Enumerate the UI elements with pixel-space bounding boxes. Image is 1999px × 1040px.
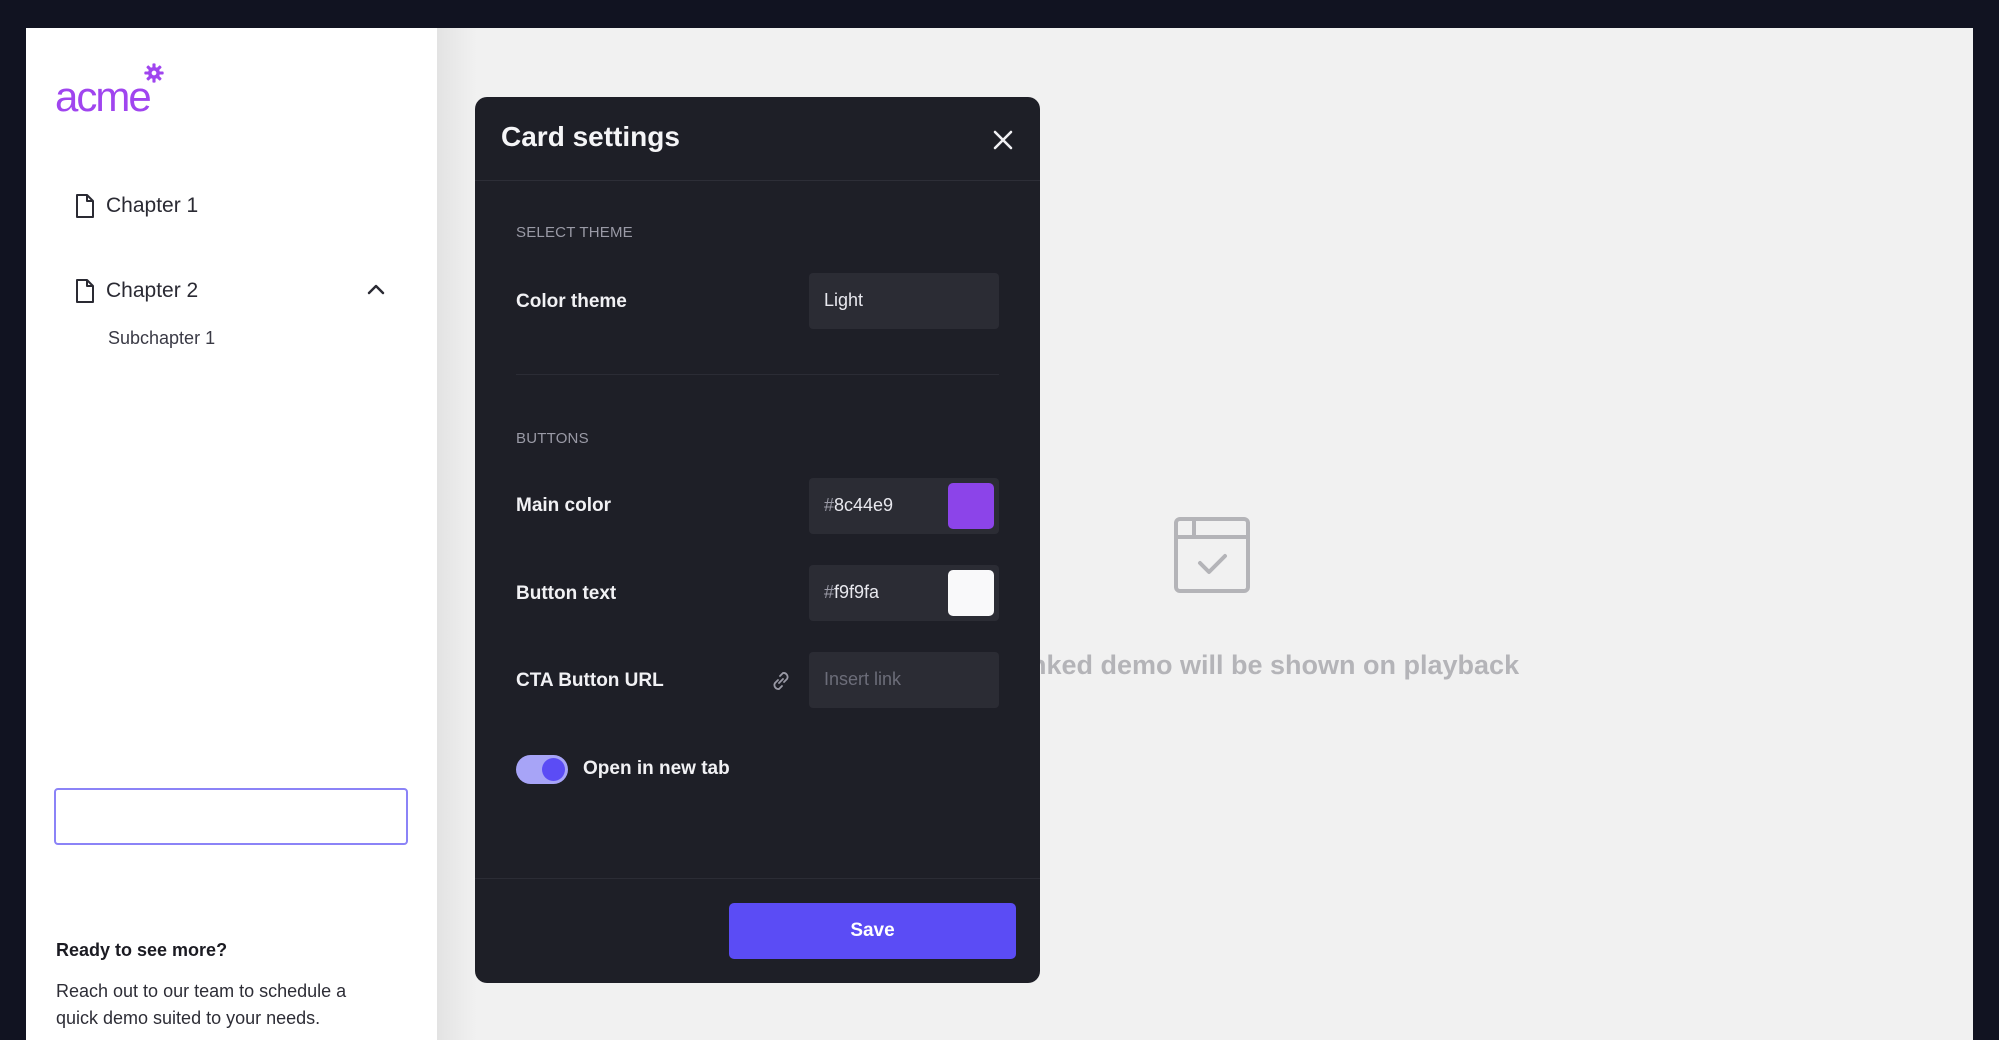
cta-url-input[interactable]: Insert link — [809, 652, 999, 708]
modal-footer-divider — [475, 878, 1040, 879]
color-theme-label: Color theme — [516, 291, 627, 312]
sidebar-input[interactable] — [54, 788, 408, 845]
close-icon[interactable] — [990, 127, 1016, 153]
document-icon — [76, 194, 94, 218]
sidebar-item-label: Chapter 1 — [106, 194, 199, 217]
main-color-label: Main color — [516, 495, 612, 516]
button-text-color-field[interactable]: #f9f9fa — [809, 565, 999, 621]
acme-logo: acme — [55, 63, 164, 120]
button-text-value-wrap: #f9f9fa — [824, 582, 879, 603]
hash-prefix: # — [824, 582, 835, 602]
button-text-value: f9f9fa — [834, 582, 880, 602]
main-color-field[interactable]: #8c44e9 — [809, 478, 999, 534]
button-text-label: Button text — [516, 583, 617, 604]
color-theme-value: Light — [824, 290, 864, 310]
modal-title: Card settings — [501, 121, 680, 152]
sidebar-shadow — [437, 28, 477, 1040]
gear-icon — [144, 63, 164, 83]
main-color-value: 8c44e9 — [834, 495, 894, 515]
sidebar-subitem-subchapter-1[interactable]: Subchapter 1 — [108, 328, 215, 349]
logo-text: acme — [55, 73, 152, 120]
section-label-theme: SELECT THEME — [516, 224, 633, 241]
toggle-knob — [542, 758, 565, 781]
open-new-tab-label: Open in new tab — [583, 758, 730, 779]
section-label-buttons: BUTTONS — [516, 430, 589, 447]
app-frame: acme Chapter 1 Chapter 2 Subchapter 1 Re… — [26, 28, 1973, 1040]
hash-prefix: # — [824, 495, 835, 515]
sidebar-item-label: Chapter 2 — [106, 279, 199, 302]
card-settings-modal: Card settings SELECT THEME Color theme L… — [475, 97, 1040, 983]
cta-title: Ready to see more? — [56, 940, 228, 960]
section-divider — [516, 374, 999, 375]
sidebar: acme Chapter 1 Chapter 2 Subchapter 1 Re… — [26, 28, 437, 1040]
link-icon — [773, 672, 789, 690]
cta-url-label: CTA Button URL — [516, 670, 664, 691]
placeholder-text: Linked demo will be shown on playback — [1006, 650, 1520, 680]
button-text-swatch[interactable] — [948, 570, 994, 616]
cta-text: Reach out to our team to schedule a quic… — [56, 981, 347, 1028]
main-color-swatch[interactable] — [948, 483, 994, 529]
browser-check-icon — [1174, 517, 1250, 593]
sidebar-item-chapter-1[interactable]: Chapter 1 — [74, 188, 198, 224]
color-theme-select[interactable]: Light — [809, 273, 999, 329]
main-color-value-wrap: #8c44e9 — [824, 495, 893, 516]
document-icon — [76, 279, 94, 303]
chevron-up-icon[interactable] — [366, 282, 386, 296]
sidebar-item-chapter-2[interactable]: Chapter 2 — [74, 273, 198, 309]
save-button[interactable]: Save — [729, 903, 1016, 959]
open-new-tab-toggle[interactable] — [516, 755, 568, 784]
modal-header: Card settings — [475, 97, 1040, 181]
cta-url-placeholder: Insert link — [824, 669, 902, 689]
